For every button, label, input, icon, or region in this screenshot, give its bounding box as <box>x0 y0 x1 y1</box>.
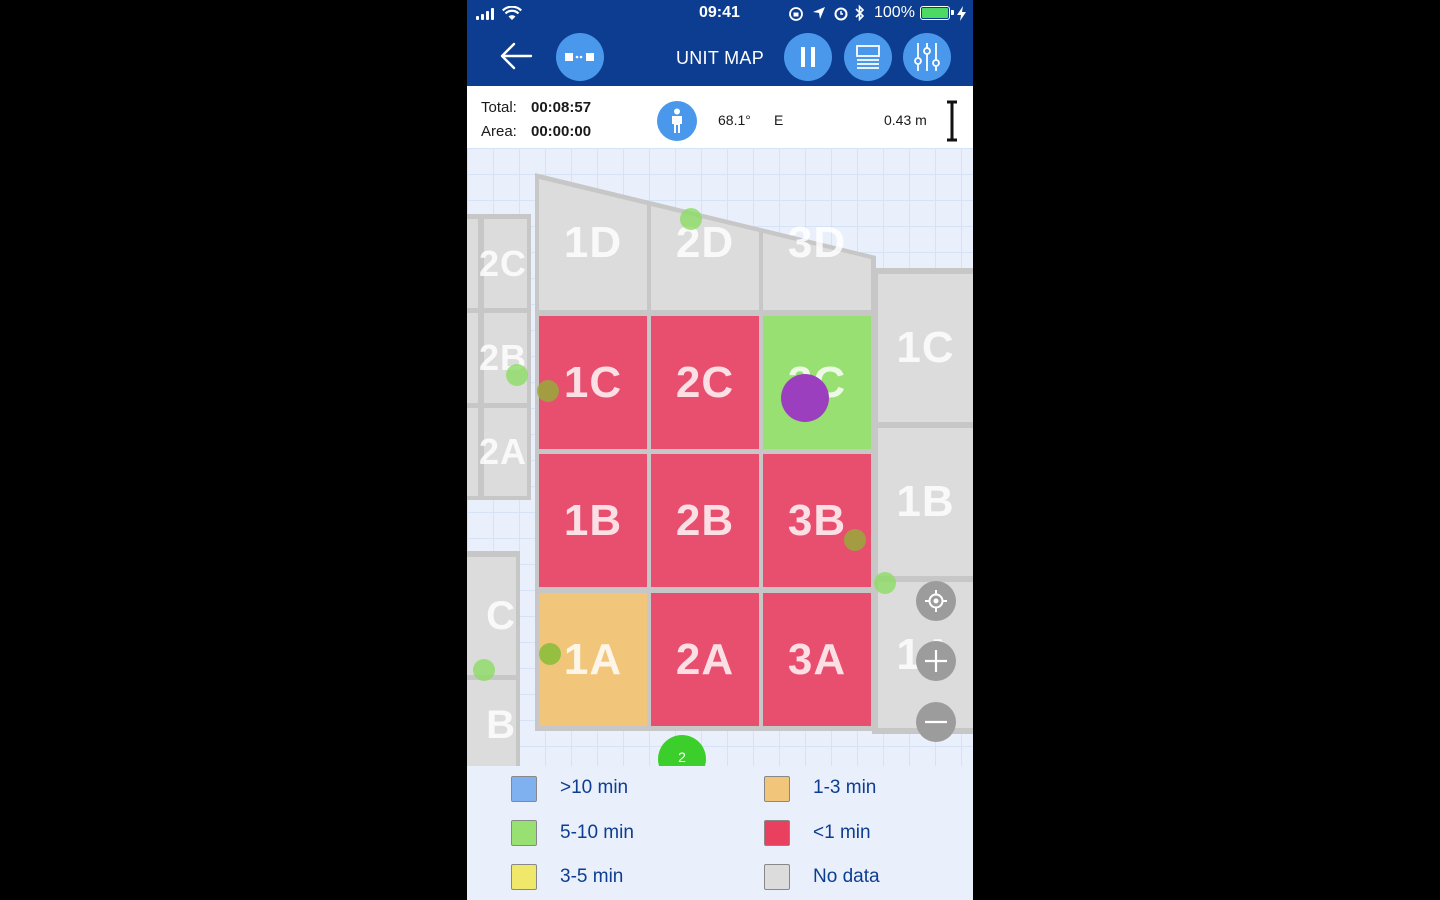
unit-cell[interactable]: C <box>467 557 516 675</box>
unit-cell[interactable]: 1B <box>878 428 973 576</box>
signal-icon <box>476 8 498 20</box>
top-bar: 09:41 100% UNIT MAP <box>467 0 973 86</box>
path-icon <box>565 53 594 61</box>
zoom-out-button[interactable] <box>916 702 956 742</box>
page-title: UNIT MAP <box>675 48 765 68</box>
beacon-dot <box>844 529 866 551</box>
area-label: Area: <box>481 123 517 140</box>
beacon-dot <box>506 364 528 386</box>
pause-icon <box>801 47 815 67</box>
path-mode-button[interactable] <box>556 33 604 81</box>
info-strip: Total: 00:08:57 Area: 00:00:00 68.1° E 0… <box>467 86 973 148</box>
locate-button[interactable] <box>916 581 956 621</box>
legend-label: 5-10 min <box>560 822 634 843</box>
crosshair-icon <box>925 590 947 612</box>
cell-label: 1D <box>563 218 623 267</box>
battery-icon <box>920 6 954 20</box>
sliders-icon <box>914 43 940 71</box>
heading-direction: E <box>774 112 784 128</box>
legend-label: >10 min <box>560 777 629 798</box>
unit-cell-left-edge <box>467 219 478 308</box>
bluetooth-icon <box>855 5 865 21</box>
beacon-dot <box>680 208 702 230</box>
unit-map[interactable]: 1D 2D 3D 1C 2C 3C 1B 2B 3B 1A 2A 3A 2C 2… <box>467 148 973 766</box>
back-arrow-icon[interactable] <box>499 41 533 71</box>
unit-cell[interactable]: B <box>467 680 516 766</box>
minus-icon <box>925 720 947 724</box>
legend-swatch <box>764 820 790 846</box>
legend-swatch <box>764 776 790 802</box>
legend: >10 min 1-3 min 5-10 min <1 min 3-5 min … <box>467 766 973 900</box>
battery-percent: 100% <box>874 4 915 21</box>
height-scale-icon <box>947 100 957 142</box>
beacon-dot <box>539 643 561 665</box>
unit-cell-left-edge <box>467 408 478 496</box>
unit-cell[interactable]: 3B <box>763 454 871 587</box>
charging-bolt-icon <box>957 6 966 21</box>
current-position-marker <box>781 374 829 422</box>
cell-label: 2D <box>675 218 735 267</box>
list-view-button[interactable] <box>844 33 892 81</box>
legend-swatch <box>511 864 537 890</box>
unit-cell[interactable]: 1C <box>878 274 973 422</box>
settings-sliders-button[interactable] <box>903 33 951 81</box>
unit-cell[interactable]: 2C <box>651 316 759 449</box>
unit-cell[interactable]: 2A <box>651 593 759 726</box>
alarm-icon <box>834 7 848 21</box>
legend-label: No data <box>813 866 880 887</box>
beacon-dot <box>537 380 559 402</box>
status-time: 09:41 <box>699 4 740 21</box>
unit-cell[interactable]: 2A <box>479 408 527 496</box>
unit-cell[interactable]: 2B <box>479 313 527 403</box>
distance-value: 0.43 m <box>884 112 927 128</box>
total-label: Total: <box>481 99 517 116</box>
heading-angle: 68.1° <box>718 112 751 128</box>
cell-label: 3D <box>787 218 847 267</box>
list-icon <box>856 45 880 69</box>
legend-swatch <box>511 776 537 802</box>
legend-swatch <box>511 820 537 846</box>
legend-swatch <box>764 864 790 890</box>
wifi-icon <box>502 6 522 20</box>
legend-label: 3-5 min <box>560 866 624 887</box>
phone-screen: 09:41 100% UNIT MAP Total: 00:08:57 Area… <box>467 0 973 900</box>
lock-rotation-icon <box>789 7 803 21</box>
unit-cell[interactable]: 2C <box>479 219 527 308</box>
zoom-in-button[interactable] <box>916 641 956 681</box>
beacon-dot <box>874 572 896 594</box>
location-arrow-icon <box>813 7 825 19</box>
total-time: 00:08:57 <box>531 99 592 116</box>
plus-icon <box>925 650 947 672</box>
area-time: 00:00:00 <box>531 123 592 140</box>
pause-button[interactable] <box>784 33 832 81</box>
person-icon[interactable] <box>657 101 697 141</box>
legend-label: 1-3 min <box>813 777 877 798</box>
legend-label: <1 min <box>813 822 871 843</box>
cluster-count: 2 <box>678 749 686 765</box>
unit-cell[interactable]: 3A <box>763 593 871 726</box>
unit-cell[interactable]: 2B <box>651 454 759 587</box>
unit-cell-left-edge <box>467 313 478 403</box>
beacon-dot <box>473 659 495 681</box>
unit-cell[interactable]: 1B <box>539 454 647 587</box>
